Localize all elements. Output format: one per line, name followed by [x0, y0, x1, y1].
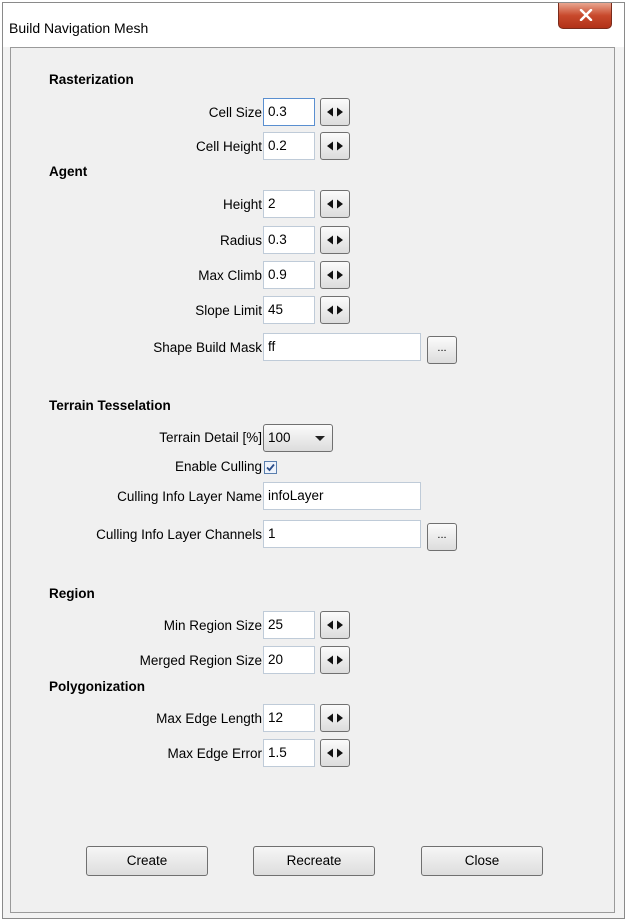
- section-rasterization: Rasterization: [49, 72, 134, 87]
- cell-height-spinner[interactable]: [320, 132, 350, 160]
- max-edge-length-spinner[interactable]: [320, 704, 350, 732]
- merged-region-size-field[interactable]: 20: [263, 646, 315, 674]
- agent-height-spinner[interactable]: [320, 190, 350, 218]
- enable-culling-label: Enable Culling: [174, 459, 262, 474]
- max-edge-error-field[interactable]: 1.5: [263, 739, 315, 767]
- slope-limit-spinner[interactable]: [320, 296, 350, 324]
- section-region: Region: [49, 586, 95, 601]
- culling-layer-name-field[interactable]: infoLayer: [263, 482, 421, 510]
- cell-height-label: Cell Height: [195, 139, 262, 154]
- terrain-detail-select[interactable]: 100: [263, 424, 333, 452]
- terrain-detail-value: 100: [268, 430, 291, 445]
- slope-limit-field[interactable]: 45: [263, 296, 315, 324]
- window-close-button[interactable]: [558, 3, 612, 29]
- terrain-detail-label: Terrain Detail [%]: [159, 430, 262, 445]
- shape-build-mask-label: Shape Build Mask: [153, 340, 262, 355]
- max-edge-error-spinner[interactable]: [320, 739, 350, 767]
- max-climb-label: Max Climb: [198, 268, 262, 283]
- section-polygonization: Polygonization: [49, 679, 145, 694]
- enable-culling-checkbox[interactable]: [264, 461, 277, 474]
- min-region-size-spinner[interactable]: [320, 611, 350, 639]
- window-title: Build Navigation Mesh: [9, 20, 149, 36]
- slope-limit-label: Slope Limit: [195, 303, 262, 318]
- create-button[interactable]: Create: [86, 846, 208, 876]
- max-edge-length-field[interactable]: 12: [263, 704, 315, 732]
- max-climb-field[interactable]: 0.9: [263, 261, 315, 289]
- max-edge-length-label: Max Edge Length: [156, 711, 262, 726]
- culling-layer-channels-label: Culling Info Layer Channels: [96, 527, 262, 542]
- agent-radius-spinner[interactable]: [320, 226, 350, 254]
- cell-size-spinner[interactable]: [320, 98, 350, 126]
- max-edge-error-label: Max Edge Error: [167, 746, 262, 761]
- merged-region-size-label: Merged Region Size: [139, 653, 262, 668]
- dialog-body: Rasterization Cell Size 0.3 Cell Height …: [10, 47, 615, 913]
- agent-radius-label: Radius: [219, 233, 262, 248]
- section-agent: Agent: [49, 164, 88, 179]
- cell-height-field[interactable]: 0.2: [263, 132, 315, 160]
- cell-size-label: Cell Size: [208, 105, 262, 120]
- culling-layer-channels-field[interactable]: 1: [263, 520, 421, 548]
- close-button[interactable]: Close: [421, 846, 543, 876]
- shape-build-mask-field[interactable]: ff: [263, 333, 421, 361]
- min-region-size-field[interactable]: 25: [263, 611, 315, 639]
- shape-build-mask-browse-button[interactable]: ...: [427, 336, 457, 364]
- section-terrain-tesselation: Terrain Tesselation: [49, 398, 171, 413]
- agent-radius-field[interactable]: 0.3: [263, 226, 315, 254]
- cell-size-field[interactable]: 0.3: [263, 98, 315, 126]
- dialog-window: Build Navigation Mesh Rasterization Cell…: [2, 2, 625, 919]
- chevron-down-icon: [315, 436, 325, 441]
- merged-region-size-spinner[interactable]: [320, 646, 350, 674]
- culling-layer-name-label: Culling Info Layer Name: [117, 489, 262, 504]
- min-region-size-label: Min Region Size: [163, 618, 262, 633]
- title-bar: Build Navigation Mesh: [3, 3, 624, 47]
- culling-layer-channels-browse-button[interactable]: ...: [427, 523, 457, 551]
- max-climb-spinner[interactable]: [320, 261, 350, 289]
- agent-height-label: Height: [222, 197, 262, 212]
- agent-height-field[interactable]: 2: [263, 190, 315, 218]
- recreate-button[interactable]: Recreate: [253, 846, 375, 876]
